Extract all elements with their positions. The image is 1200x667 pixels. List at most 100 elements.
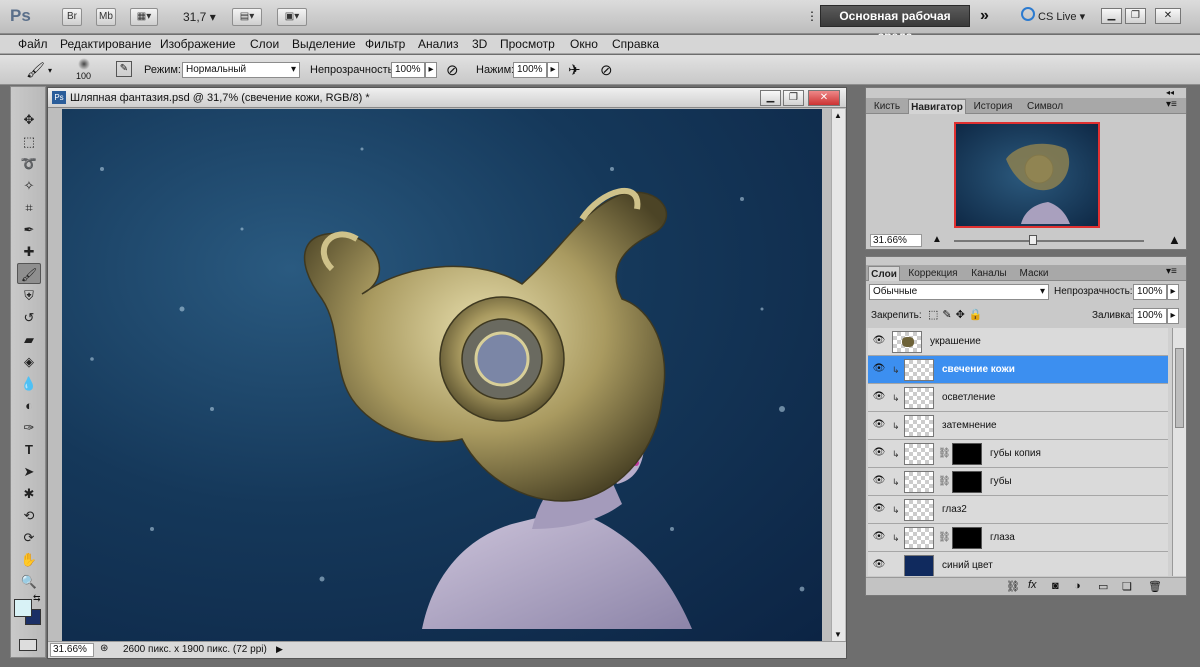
image-canvas[interactable]	[62, 109, 822, 641]
close-doc-button[interactable]: ✕	[808, 90, 840, 106]
shape-tool-icon[interactable]: ✱	[17, 483, 41, 504]
layer-row[interactable]: 👁 ↳ затемнение	[868, 412, 1168, 440]
tab-channels[interactable]: Каналы	[966, 266, 1012, 281]
bridge-button[interactable]: Br	[62, 8, 82, 26]
arrange-documents-button[interactable]: ▤▾	[232, 8, 262, 26]
layer-row[interactable]: 👁 ↳ ⛓ глаза	[868, 524, 1168, 552]
chevron-down-icon[interactable]: ▾	[48, 66, 52, 75]
marquee-tool-icon[interactable]: ⬚	[17, 131, 41, 152]
foreground-color-swatch[interactable]	[14, 599, 32, 617]
menu-image[interactable]: Изображение	[160, 37, 236, 51]
layer-name[interactable]: глаза	[990, 532, 1015, 543]
mask-link-chain-icon[interactable]: ⛓	[938, 532, 951, 543]
adjustment-layer-icon[interactable]: ◑	[1074, 580, 1081, 592]
close-app-button[interactable]: ✕	[1155, 8, 1181, 24]
menu-layers[interactable]: Слои	[250, 37, 279, 51]
minimize-doc-button[interactable]: ▁	[760, 90, 781, 106]
eye-visibility-icon[interactable]: 👁	[872, 560, 886, 570]
scroll-up-arrow-icon[interactable]: ▲	[834, 111, 842, 120]
healing-brush-tool-icon[interactable]: ✚	[17, 241, 41, 262]
eye-visibility-icon[interactable]: 👁	[872, 364, 886, 374]
airbrush-icon[interactable]: ✈	[568, 61, 581, 79]
restore-doc-button[interactable]: ❐	[783, 90, 804, 106]
menu-window[interactable]: Окно	[570, 37, 598, 51]
menu-file[interactable]: Файл	[18, 37, 48, 51]
panel-menu-icon[interactable]: ▾≡	[1166, 99, 1177, 110]
zoom-out-mountain-icon[interactable]: ▲	[932, 234, 942, 245]
vertical-scrollbar[interactable]: ▲ ▼	[831, 109, 845, 641]
blend-mode-select[interactable]: Обычные ▾	[869, 284, 1049, 300]
opacity-slider-toggle[interactable]: ▸	[425, 62, 437, 78]
cs-live-menu[interactable]: CS Live ▾	[1038, 10, 1085, 23]
fx-layer-style-icon[interactable]: fx	[1028, 579, 1037, 591]
lasso-tool-icon[interactable]: ➰	[17, 153, 41, 174]
layer-name[interactable]: синий цвет	[942, 560, 993, 571]
layer-mask-thumbnail[interactable]	[952, 443, 982, 465]
trash-icon[interactable]: 🗑	[1148, 580, 1162, 593]
layer-name[interactable]: губы	[990, 476, 1012, 487]
move-tool-icon[interactable]: ✥	[17, 109, 41, 130]
flow-slider-toggle[interactable]: ▸	[547, 62, 559, 78]
menu-view[interactable]: Просмотр	[500, 37, 555, 51]
menu-3d[interactable]: 3D	[472, 37, 487, 51]
extras-menu-button[interactable]: ▦▾	[130, 8, 158, 26]
layers-panel-menu-icon[interactable]: ▾≡	[1166, 266, 1177, 277]
minimize-app-button[interactable]: ▁	[1101, 8, 1122, 24]
layer-row[interactable]: 👁 ↳ осветление	[868, 384, 1168, 412]
history-brush-tool-icon[interactable]: ↺	[17, 307, 41, 328]
dodge-tool-icon[interactable]: ◐	[17, 395, 41, 416]
navigator-zoom-field[interactable]: 31.66%	[870, 234, 922, 247]
layer-name[interactable]: осветление	[942, 392, 995, 403]
pen-tool-icon[interactable]: ✑	[17, 417, 41, 438]
path-selection-tool-icon[interactable]: ➤	[17, 461, 41, 482]
eraser-tool-icon[interactable]: ▰	[17, 329, 41, 350]
gradient-tool-icon[interactable]: ◈	[17, 351, 41, 372]
fill-slider-toggle[interactable]: ▸	[1167, 308, 1179, 324]
tab-navigator[interactable]: Навигатор	[908, 99, 966, 114]
navigator-zoom-handle[interactable]	[1029, 235, 1037, 245]
zoom-level-menu[interactable]: 31,7 ▾	[183, 10, 216, 24]
eyedropper-tool-icon[interactable]: ✒	[17, 219, 41, 240]
lock-options-icons[interactable]: ⬚✎✥🔒	[928, 308, 987, 321]
tablet-size-icon[interactable]: ⊘	[600, 61, 613, 79]
tab-history[interactable]: История	[968, 99, 1018, 114]
layer-name[interactable]: свечение кожи	[942, 364, 1015, 375]
brush-panel-toggle-icon[interactable]: ✎	[116, 61, 132, 77]
more-workspaces-button[interactable]: »	[980, 7, 989, 25]
collapse-panel-icon[interactable]: ◂◂	[1166, 88, 1174, 97]
screen-mode-button[interactable]: ▣▾	[277, 8, 307, 26]
eye-visibility-icon[interactable]: 👁	[872, 476, 886, 486]
status-menu-arrow-icon[interactable]: ▶	[276, 644, 283, 655]
mode-select[interactable]: Нормальный ▾	[182, 62, 300, 78]
layer-row-selected[interactable]: 👁 ↳ свечение кожи	[868, 356, 1168, 384]
navigator-preview[interactable]	[954, 122, 1100, 228]
add-mask-icon[interactable]: ◙	[1052, 580, 1059, 592]
menu-filter[interactable]: Фильтр	[365, 37, 405, 51]
eye-visibility-icon[interactable]: 👁	[872, 336, 886, 346]
tab-character[interactable]: Символ	[1020, 99, 1070, 114]
eye-visibility-icon[interactable]: 👁	[872, 532, 886, 542]
layer-row[interactable]: 👁 ↳ ⛓ губы копия	[868, 440, 1168, 468]
type-tool-icon[interactable]: T	[17, 439, 41, 460]
new-group-icon[interactable]: ▭	[1098, 580, 1108, 593]
tab-layers[interactable]: Слои	[868, 266, 900, 281]
maximize-app-button[interactable]: ❐	[1125, 8, 1146, 24]
scroll-down-arrow-icon[interactable]: ▼	[834, 630, 842, 639]
layer-row[interactable]: 👁 ↳ ⛓ губы	[868, 468, 1168, 496]
swap-colors-icon[interactable]: ⇆	[33, 593, 41, 604]
menu-select[interactable]: Выделение	[292, 37, 356, 51]
zoom-status-field[interactable]: 31.66%	[50, 643, 94, 657]
clone-stamp-tool-icon[interactable]: ⛨	[17, 285, 41, 306]
mask-link-chain-icon[interactable]: ⛓	[938, 476, 951, 487]
zoom-tool-icon[interactable]: 🔍	[17, 571, 41, 592]
tab-adjustments[interactable]: Коррекция	[902, 266, 964, 281]
opacity-input[interactable]: 100%	[391, 62, 425, 78]
quick-mask-icon[interactable]	[19, 639, 37, 651]
layer-mask-thumbnail[interactable]	[952, 471, 982, 493]
tablet-opacity-icon[interactable]: ⊘	[446, 61, 459, 79]
workspace-switcher[interactable]: Основная рабочая среда	[820, 5, 970, 43]
mini-bridge-button[interactable]: Mb	[96, 8, 116, 26]
new-layer-icon[interactable]: ❏	[1122, 580, 1132, 593]
layer-row[interactable]: 👁 синий цвет	[868, 552, 1168, 576]
layer-name[interactable]: украшение	[930, 336, 981, 347]
